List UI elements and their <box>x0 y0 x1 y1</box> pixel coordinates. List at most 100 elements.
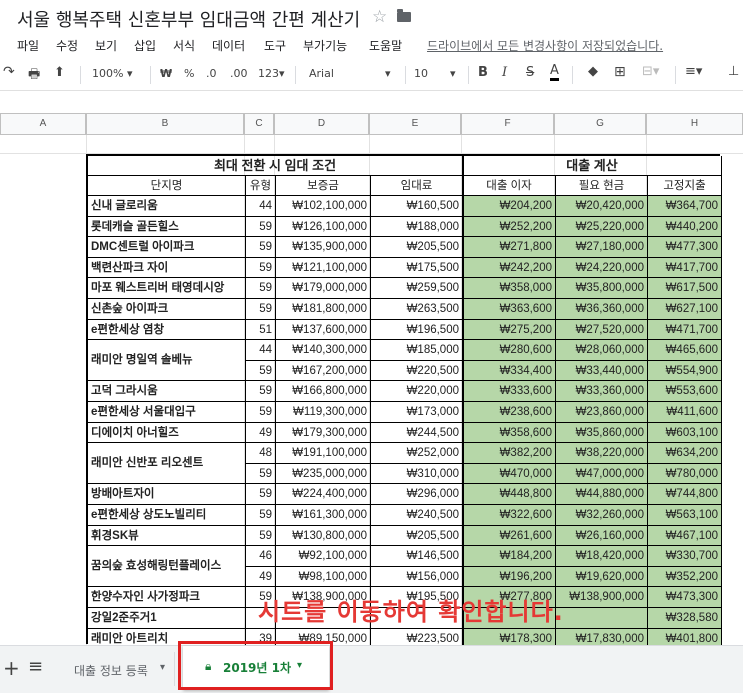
table-cell[interactable]: ₩196,200 <box>463 566 556 588</box>
table-cell[interactable]: ₩27,520,000 <box>556 319 648 341</box>
table-cell-name[interactable]: 백련산파크 자이 <box>88 257 246 279</box>
table-cell-name[interactable]: e편한세상 염창 <box>88 319 246 341</box>
table-cell[interactable]: ₩220,500 <box>371 360 463 382</box>
table-cell-name[interactable]: 방배아트자이 <box>88 484 246 505</box>
table-cell[interactable]: ₩140,300,000 <box>276 340 371 361</box>
table-cell[interactable]: ₩554,900 <box>648 360 722 382</box>
sheet-tab-loan-info[interactable]: 대출 정보 등록 ▾ <box>62 652 175 686</box>
column-header-A[interactable]: A <box>0 113 86 135</box>
column-header-B[interactable]: B <box>86 113 244 135</box>
header-rent[interactable]: 임대료 <box>371 176 463 196</box>
table-cell[interactable]: ₩161,300,000 <box>276 505 371 526</box>
table-cell[interactable]: ₩175,500 <box>371 257 463 279</box>
redo-icon[interactable]: ↷ <box>3 64 15 80</box>
table-cell[interactable]: ₩35,800,000 <box>556 278 648 299</box>
table-cell[interactable]: 59 <box>246 402 276 423</box>
table-cell[interactable]: ₩24,220,000 <box>556 257 648 279</box>
table-cell[interactable]: ₩328,580 <box>648 608 722 629</box>
header-deposit[interactable]: 보증금 <box>276 176 371 196</box>
table-cell[interactable]: 59 <box>246 484 276 505</box>
table-cell[interactable]: ₩334,400 <box>463 360 556 382</box>
italic-button[interactable]: I <box>502 65 507 80</box>
table-cell[interactable]: ₩310,000 <box>371 463 463 485</box>
column-header-E[interactable]: E <box>369 113 461 135</box>
increase-decimal-button[interactable]: .00 <box>230 67 248 80</box>
table-cell[interactable]: ₩363,600 <box>463 299 556 320</box>
table-cell-name[interactable]: 고덕 그라시움 <box>88 381 246 402</box>
table-cell[interactable]: ₩358,000 <box>463 278 556 299</box>
table-cell[interactable]: ₩28,060,000 <box>556 340 648 361</box>
table-cell[interactable]: ₩98,100,000 <box>276 566 371 588</box>
table-cell[interactable]: ₩126,100,000 <box>276 216 371 238</box>
table-cell[interactable]: 59 <box>246 381 276 402</box>
percent-button[interactable]: % <box>184 67 194 80</box>
print-icon[interactable]: 🖶 <box>28 65 40 87</box>
table-cell-name[interactable]: 래미안 신반포 리오센트 <box>88 443 246 485</box>
table-cell[interactable]: ₩280,600 <box>463 340 556 361</box>
table-cell[interactable]: ₩18,420,000 <box>556 546 648 567</box>
menu-file[interactable]: 파일 <box>17 37 39 54</box>
save-status[interactable]: 드라이브에서 모든 변경사항이 저장되었습니다. <box>427 37 663 54</box>
menu-edit[interactable]: 수정 <box>56 37 78 54</box>
table-cell[interactable]: ₩35,860,000 <box>556 422 648 444</box>
table-cell[interactable]: ₩553,600 <box>648 381 722 402</box>
table-cell[interactable]: ₩220,000 <box>371 381 463 402</box>
table-cell[interactable]: ₩173,000 <box>371 402 463 423</box>
table-cell[interactable]: ₩240,500 <box>371 505 463 526</box>
table-cell[interactable]: ₩358,600 <box>463 422 556 444</box>
table-cell[interactable]: ₩780,000 <box>648 463 722 485</box>
table-cell-name[interactable]: e편한세상 상도노빌리티 <box>88 505 246 526</box>
table-cell[interactable]: ₩160,500 <box>371 196 463 217</box>
table-cell[interactable]: ₩275,200 <box>463 319 556 341</box>
table-cell[interactable]: ₩167,200,000 <box>276 360 371 382</box>
table-cell[interactable]: 44 <box>246 340 276 361</box>
table-cell[interactable]: ₩92,100,000 <box>276 546 371 567</box>
table-cell[interactable]: ₩32,260,000 <box>556 505 648 526</box>
table-cell-name[interactable]: 디에이치 아너힐즈 <box>88 422 246 444</box>
header-fixed[interactable]: 고정지출 <box>648 176 722 196</box>
table-cell[interactable]: ₩465,600 <box>648 340 722 361</box>
menu-tools[interactable]: 도구 <box>264 37 286 54</box>
table-cell[interactable]: ₩467,100 <box>648 525 722 547</box>
table-cell-name[interactable]: 한양수자인 사가정파크 <box>88 587 246 608</box>
table-cell[interactable]: 44 <box>246 196 276 217</box>
table-cell[interactable]: ₩25,220,000 <box>556 216 648 238</box>
table-cell[interactable]: ₩259,500 <box>371 278 463 299</box>
menu-help[interactable]: 도움말 <box>369 37 402 54</box>
zoom-select[interactable]: 100% ▾ <box>92 67 132 80</box>
table-cell[interactable]: ₩19,620,000 <box>556 566 648 588</box>
strikethrough-button[interactable]: S <box>526 65 534 80</box>
table-cell[interactable]: 48 <box>246 443 276 464</box>
table-cell[interactable]: ₩185,000 <box>371 340 463 361</box>
table-cell-name[interactable]: 래미안 명일역 솔베뉴 <box>88 340 246 382</box>
table-cell[interactable]: ₩252,200 <box>463 216 556 238</box>
table-cell[interactable]: ₩261,600 <box>463 525 556 547</box>
menu-insert[interactable]: 삽입 <box>134 37 156 54</box>
table-cell[interactable]: ₩205,500 <box>371 525 463 547</box>
table-cell[interactable]: ₩238,600 <box>463 402 556 423</box>
table-cell[interactable]: ₩23,860,000 <box>556 402 648 423</box>
column-header-F[interactable]: F <box>461 113 554 135</box>
fill-color-icon[interactable]: ◆ <box>588 64 598 79</box>
table-cell[interactable]: ₩179,300,000 <box>276 422 371 444</box>
column-header-C[interactable]: C <box>244 113 274 135</box>
table-cell[interactable]: ₩137,600,000 <box>276 319 371 341</box>
bold-button[interactable]: B <box>478 65 488 80</box>
star-icon[interactable]: ☆ <box>372 7 387 27</box>
table-cell[interactable]: ₩627,100 <box>648 299 722 320</box>
table-cell[interactable]: ₩296,000 <box>371 484 463 505</box>
merge-cells-icon[interactable]: ⊟▾ <box>642 64 659 79</box>
font-size-select[interactable]: 10 ▾ <box>414 67 462 80</box>
table-cell[interactable]: ₩563,100 <box>648 505 722 526</box>
table-cell[interactable]: ₩188,000 <box>371 216 463 238</box>
header-cash[interactable]: 필요 현금 <box>556 176 648 196</box>
number-format-select[interactable]: 123▾ <box>258 67 285 80</box>
table-cell[interactable]: ₩38,220,000 <box>556 443 648 464</box>
table-cell[interactable]: 59 <box>246 505 276 526</box>
table-cell[interactable]: ₩224,400,000 <box>276 484 371 505</box>
add-sheet-button[interactable]: + <box>3 656 20 680</box>
document-title[interactable]: 서울 행복주택 신혼부부 임대금액 간편 계산기 <box>17 6 360 32</box>
table-cell[interactable]: ₩634,200 <box>648 443 722 464</box>
table-cell[interactable]: ₩135,900,000 <box>276 237 371 258</box>
menu-data[interactable]: 데이터 <box>212 37 245 54</box>
